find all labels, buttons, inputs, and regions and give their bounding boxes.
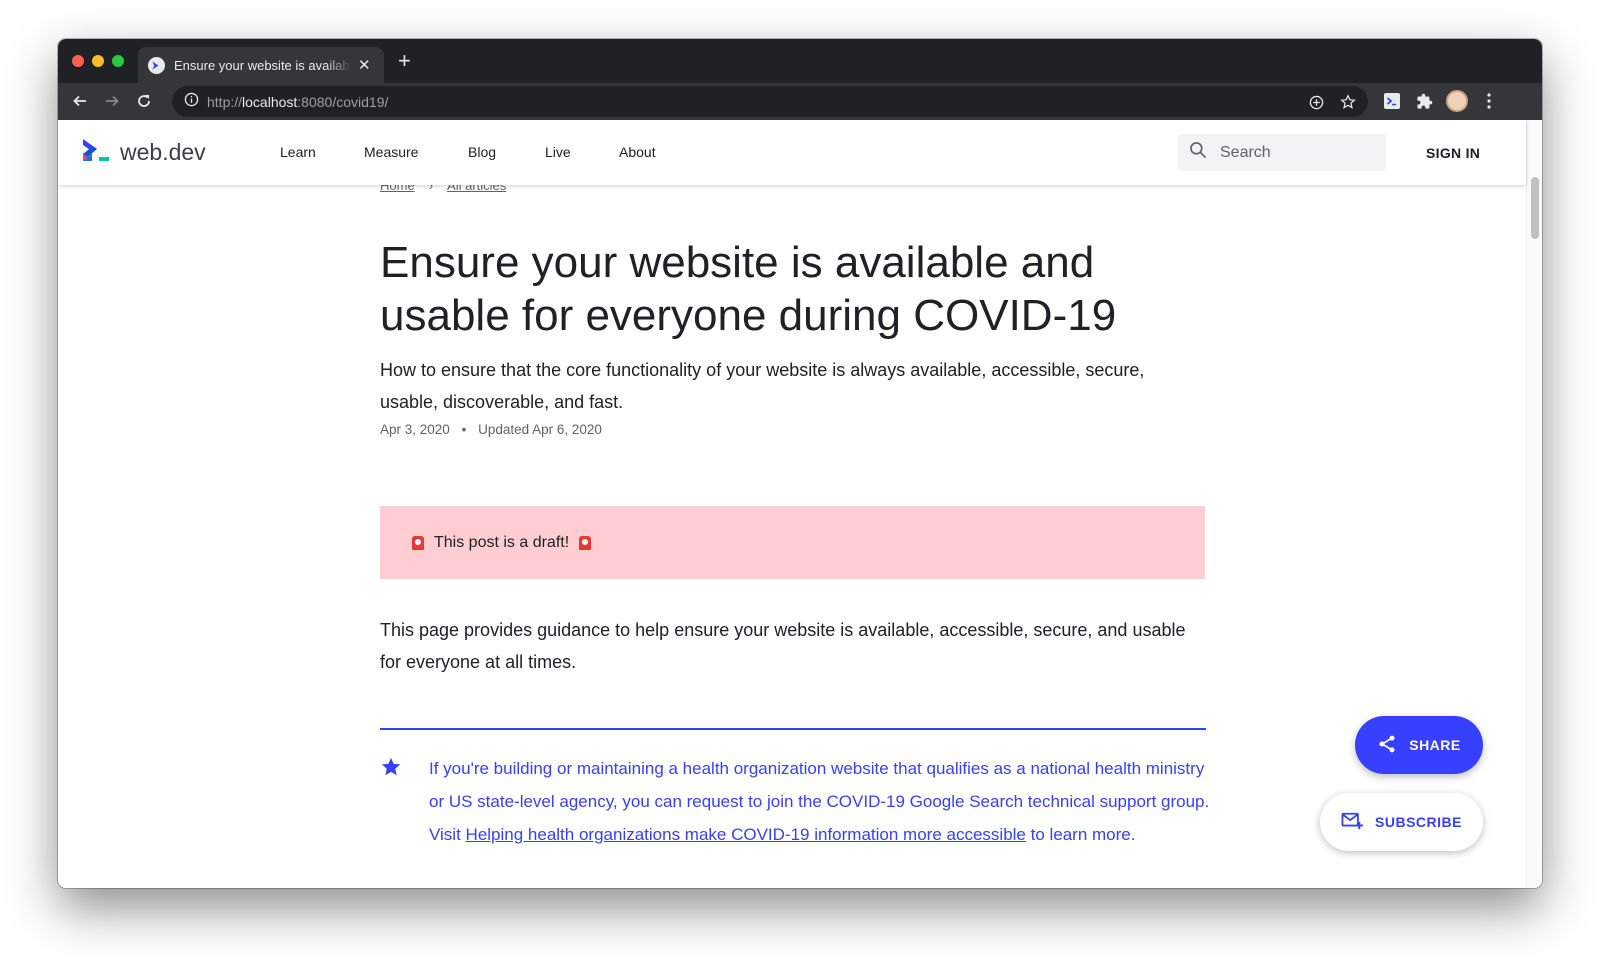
close-window-button[interactable] [72, 55, 84, 67]
intro-paragraph: This page provides guidance to help ensu… [380, 620, 1186, 672]
callout-text: If you're building or maintaining a heal… [429, 759, 1210, 844]
new-tab-button[interactable]: + [398, 50, 411, 72]
draft-banner: This post is a draft! [380, 506, 1205, 579]
search-box[interactable] [1178, 134, 1386, 171]
article-subtitle: How to ensure that the core functionalit… [380, 360, 1145, 412]
webdev-logo-icon [80, 137, 110, 168]
updated-date: Updated Apr 6, 2020 [478, 422, 602, 437]
browser-tab-active[interactable]: Ensure your website is available and usa… [138, 47, 384, 83]
extensions-puzzle-icon[interactable] [1414, 91, 1434, 111]
date-separator: • [461, 422, 467, 437]
nav-about[interactable]: About [619, 144, 656, 160]
nav-learn[interactable]: Learn [280, 144, 316, 160]
browser-window: Ensure your website is available and usa… [58, 39, 1542, 888]
draft-notice-text: This post is a draft! [434, 533, 570, 551]
health-orgs-link[interactable]: Helping health organizations make COVID-… [466, 825, 1026, 844]
subscribe-button[interactable]: SUBSCRIBE [1320, 793, 1483, 851]
forward-arrow-icon[interactable] [102, 91, 122, 111]
tab-title: Ensure your website is available and usa… [174, 57, 352, 73]
search-input[interactable] [1220, 143, 1370, 162]
site-header: web.dev Learn Measure Blog Live About SI… [58, 120, 1526, 185]
mail-add-icon [1341, 811, 1363, 834]
browser-menu-icon[interactable] [1479, 91, 1499, 111]
web-page: web.dev Learn Measure Blog Live About SI… [58, 120, 1542, 888]
terminal-extension-icon[interactable] [1382, 91, 1402, 111]
site-info-icon[interactable] [184, 92, 199, 112]
tab-close-icon[interactable]: ✕ [358, 58, 371, 73]
article-dates: Apr 3, 2020 • Updated Apr 6, 2020 [380, 422, 602, 437]
browser-toolbar: http://localhost:8080/covid19/ [58, 83, 1542, 120]
published-date: Apr 3, 2020 [380, 422, 450, 437]
nav-live[interactable]: Live [545, 144, 571, 160]
sign-in-button[interactable]: SIGN IN [1426, 145, 1480, 161]
siren-icon [579, 535, 592, 550]
share-button[interactable]: SHARE [1355, 716, 1483, 774]
section-divider [380, 728, 1206, 730]
maximize-window-button[interactable] [112, 55, 124, 67]
nav-measure[interactable]: Measure [364, 144, 418, 160]
share-label: SHARE [1409, 737, 1461, 753]
url-text: http://localhost:8080/covid19/ [207, 93, 389, 110]
star-icon [380, 756, 402, 783]
webdev-favicon-icon [148, 56, 165, 74]
profile-avatar-icon[interactable] [1445, 89, 1469, 113]
site-logo[interactable]: web.dev [80, 137, 206, 168]
bookmark-star-icon[interactable] [1338, 92, 1358, 112]
article-title: Ensure your website is available and usa… [380, 238, 1117, 340]
minimize-window-button[interactable] [92, 55, 104, 67]
nav-blog[interactable]: Blog [468, 144, 496, 160]
back-arrow-icon[interactable] [70, 91, 90, 111]
browser-tab-bar: Ensure your website is available and usa… [58, 39, 1542, 83]
reload-icon[interactable] [134, 91, 154, 111]
subscribe-label: SUBSCRIBE [1375, 814, 1462, 830]
siren-icon [412, 535, 424, 550]
search-icon [1188, 140, 1208, 165]
logo-text: web.dev [120, 139, 206, 165]
scrollbar-thumb[interactable] [1531, 177, 1539, 239]
page-scrollbar[interactable] [1526, 120, 1542, 888]
add-to-page-icon[interactable] [1306, 92, 1326, 112]
share-icon [1377, 734, 1397, 757]
address-bar[interactable]: http://localhost:8080/covid19/ [172, 86, 1368, 117]
